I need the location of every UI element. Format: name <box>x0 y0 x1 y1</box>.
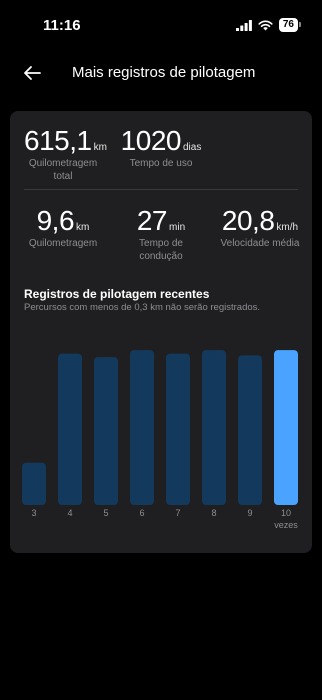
stat-ride-time: 27 min Tempo de condução <box>122 205 200 263</box>
status-icons: 76 <box>235 18 302 32</box>
total-distance-label-line2: total <box>53 171 73 182</box>
divider <box>24 189 298 190</box>
chart-bar-7[interactable] <box>166 353 190 505</box>
chart-bar-5[interactable] <box>94 357 118 505</box>
status-time: 11:16 <box>43 17 81 34</box>
avg-speed-unit: km/h <box>276 222 299 233</box>
distance-number: 9,6 <box>36 205 75 236</box>
wifi-icon <box>258 20 273 30</box>
chart-tick-label: 4 <box>67 508 72 518</box>
chart-tick-label: 5 <box>103 508 108 518</box>
stat-total-distance: 615,1 km Quilometragem total <box>24 125 107 183</box>
usage-time-label: Tempo de uso <box>129 158 193 169</box>
stat-total-distance-value: 615,1 km <box>24 125 107 157</box>
riding-records-card: 615,1 km Quilometragem total 1020 dias Tem… <box>10 111 312 553</box>
recent-rides-chart-svg: 3 4 5 6 7 8 9 10 vezes <box>22 350 298 530</box>
chart-bar-3[interactable] <box>22 462 46 505</box>
usage-time-unit: dias <box>182 142 202 153</box>
avg-speed-number: 20,8 <box>221 205 275 236</box>
page-title: Mais registros de pilotagem <box>72 64 256 81</box>
chart-x-axis-label: vezes <box>274 520 298 530</box>
chart-bar-9[interactable] <box>238 355 262 505</box>
chart-tick-label: 8 <box>211 508 216 518</box>
stat-distance-value: 9,6 km <box>24 205 102 237</box>
recent-rides-title: Registros de pilotagem recentes <box>24 287 210 301</box>
total-distance-unit: km <box>93 142 107 153</box>
chart-bar-8[interactable] <box>202 350 226 505</box>
usage-time-number: 1020 <box>120 125 182 156</box>
status-bar: 11:16 76 <box>0 0 322 48</box>
chart-bar-10[interactable] <box>274 350 298 505</box>
chart-bar-4[interactable] <box>58 353 82 505</box>
distance-unit: km <box>76 222 90 233</box>
arrow-left-icon <box>24 66 41 80</box>
recent-rides-chart: 3 4 5 6 7 8 9 10 vezes <box>10 311 312 541</box>
stat-avg-speed: 20,8 km/h Velocidade média <box>214 205 306 250</box>
stat-distance: 9,6 km Quilometragem <box>24 205 102 250</box>
chart-bar-6[interactable] <box>130 350 154 505</box>
total-distance-label-line1: Quilometragem <box>28 158 98 169</box>
total-distance-number: 615,1 <box>24 125 92 156</box>
chart-tick-label: 3 <box>31 508 36 518</box>
signal-icon <box>235 19 252 31</box>
distance-label: Quilometragem <box>28 238 98 249</box>
chart-tick-label: 7 <box>175 508 180 518</box>
ride-time-unit: min <box>169 222 186 233</box>
ride-time-number: 27 <box>136 205 168 236</box>
stat-usage-time: 1020 dias Tempo de uso <box>118 125 204 170</box>
stat-usage-time-value: 1020 dias <box>118 125 204 157</box>
chart-tick-label: 6 <box>139 508 144 518</box>
stat-avg-speed-value: 20,8 km/h <box>214 205 306 237</box>
back-button[interactable] <box>18 59 46 87</box>
ride-time-label-line2: condução <box>139 251 183 262</box>
stat-ride-time-value: 27 min <box>122 205 200 237</box>
chart-tick-label: 9 <box>247 508 252 518</box>
chart-tick-label: 10 <box>281 508 291 518</box>
ride-time-label-line1: Tempo de <box>139 238 183 249</box>
battery-indicator: 76 <box>278 18 302 32</box>
avg-speed-label: Velocidade média <box>220 238 300 249</box>
nav-bar: Mais registros de pilotagem <box>0 55 322 91</box>
